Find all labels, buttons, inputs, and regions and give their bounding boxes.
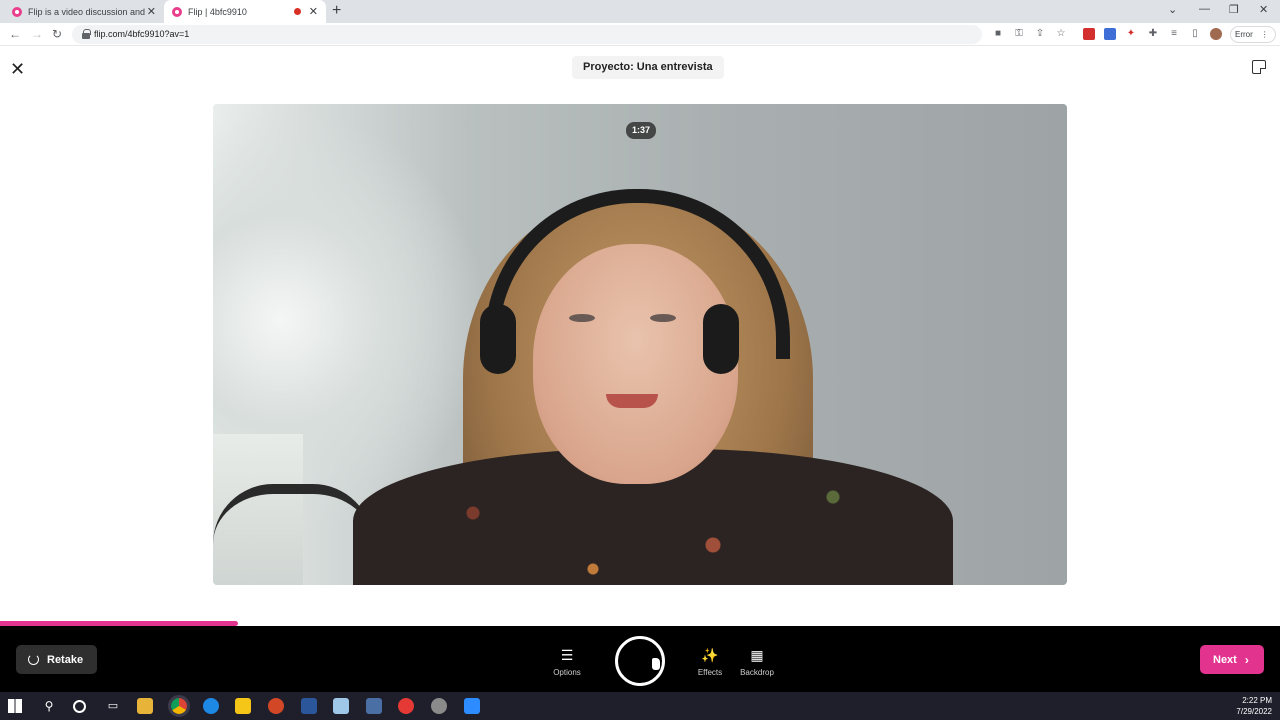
person-mouth — [606, 394, 658, 408]
backdrop-label: Backdrop — [740, 668, 774, 677]
sliders-icon: ☰ — [560, 647, 574, 663]
url-text: flip.com/4bfc9910?av=1 — [94, 29, 190, 39]
chrome-icon[interactable] — [168, 695, 190, 717]
retake-button[interactable]: Retake — [16, 645, 97, 674]
error-label: Error — [1235, 30, 1253, 39]
camera-icon[interactable]: ■ — [992, 28, 1004, 40]
clock-time: 2:22 PM — [1242, 696, 1272, 705]
backdrop-button[interactable]: ▦ Backdrop — [733, 645, 781, 677]
headset-earcup-left — [480, 304, 516, 374]
extensions-puzzle-icon[interactable]: ✚ — [1147, 28, 1159, 40]
search-icon[interactable]: ⚲ — [41, 698, 57, 714]
back-icon[interactable]: ← — [9, 27, 21, 41]
browser-tab-flip-home[interactable]: Flip is a video discussion and sha ✕ — [4, 0, 164, 23]
headset-earcup-right — [703, 304, 739, 374]
headset-band — [485, 189, 790, 359]
options-label: Options — [553, 668, 581, 677]
system-clock[interactable]: 2:22 PM 7/29/2022 — [1236, 695, 1272, 717]
tab-search-icon[interactable]: ⌄ — [1168, 3, 1177, 16]
effects-label: Effects — [697, 668, 723, 677]
extension-red-icon[interactable] — [1083, 28, 1095, 40]
chair — [213, 484, 373, 585]
reading-list-icon[interactable]: ≡ — [1168, 28, 1180, 40]
app-light-blue-icon[interactable] — [333, 698, 349, 714]
powerpoint-icon[interactable] — [268, 698, 284, 714]
retake-icon — [28, 654, 39, 665]
options-button[interactable]: ☰ Options — [543, 645, 591, 677]
next-button[interactable]: Next › — [1200, 645, 1264, 674]
word-icon[interactable] — [301, 698, 317, 714]
key-icon[interactable]: ⚿ — [1013, 28, 1025, 40]
chevron-right-icon: › — [1244, 652, 1249, 667]
app-red-icon[interactable] — [398, 698, 414, 714]
extension-badge-icon[interactable]: ✦ — [1125, 28, 1137, 40]
new-tab-button[interactable]: + — [332, 2, 341, 20]
clock-date: 7/29/2022 — [1236, 707, 1272, 716]
address-bar[interactable]: flip.com/4bfc9910?av=1 — [72, 25, 982, 44]
file-explorer-icon[interactable] — [137, 698, 153, 714]
app-gray-icon[interactable] — [431, 698, 447, 714]
bookmark-star-icon[interactable]: ☆ — [1055, 28, 1067, 40]
recording-timer: 1:37 — [626, 122, 657, 139]
tab-title: Flip | 4bfc9910 — [188, 6, 247, 17]
profile-error-button[interactable]: Error ⋮ — [1230, 26, 1276, 43]
close-recorder-icon[interactable]: ✕ — [10, 59, 25, 80]
app-yellow-icon[interactable] — [235, 698, 251, 714]
flip-favicon-icon — [172, 6, 182, 17]
project-title: Proyecto: Una entrevista — [572, 56, 724, 79]
windows-taskbar: ⚲ ▭ 2:22 PM 7/29/2022 — [0, 692, 1280, 720]
minimize-icon[interactable]: — — [1199, 3, 1210, 15]
magic-wand-icon: ✨ — [701, 647, 719, 663]
forward-icon[interactable]: → — [31, 27, 43, 41]
backdrop-icon: ▦ — [750, 647, 764, 663]
windows-start-icon[interactable] — [8, 699, 22, 713]
browser-toolbar: ← → ↻ flip.com/4bfc9910?av=1 ■ ⚿ ⇪ ☆ ✦ ✚… — [0, 23, 1280, 46]
extension-blue-icon[interactable] — [1104, 28, 1116, 40]
tab-close-icon[interactable]: ✕ — [309, 5, 318, 18]
zoom-icon[interactable] — [464, 698, 480, 714]
profile-avatar[interactable] — [1210, 28, 1222, 40]
app-blue-icon[interactable] — [203, 698, 219, 714]
cortana-icon[interactable] — [73, 700, 86, 713]
more-menu-icon: ⋮ — [1260, 30, 1269, 39]
tab-title: Flip is a video discussion and sha — [28, 6, 147, 17]
browser-tab-strip: Flip is a video discussion and sha ✕ Fli… — [0, 0, 1280, 23]
browser-tab-flip-recorder[interactable]: Flip | 4bfc9910 ✕ — [164, 0, 326, 23]
side-panel-icon[interactable]: ▯ — [1189, 28, 1201, 40]
task-view-icon[interactable]: ▭ — [105, 698, 121, 714]
reload-icon[interactable]: ↻ — [52, 27, 62, 41]
next-label: Next — [1213, 653, 1237, 666]
tab-close-icon[interactable]: ✕ — [147, 5, 156, 18]
share-icon[interactable]: ⇪ — [1034, 28, 1046, 40]
retake-label: Retake — [47, 653, 84, 666]
mouse-cursor-icon — [652, 658, 660, 670]
restore-icon[interactable]: ❐ — [1229, 3, 1239, 16]
camera-preview — [213, 104, 1067, 585]
effects-button[interactable]: ✨ Effects — [686, 645, 734, 677]
recording-indicator-icon — [293, 8, 301, 15]
sticky-note-icon[interactable] — [1252, 60, 1266, 74]
lock-icon — [82, 29, 91, 39]
recorder-controls: Retake ☰ Options ✨ Effects ▦ Backdrop Ne… — [0, 626, 1280, 692]
flip-favicon-icon — [12, 6, 22, 17]
window-close-icon[interactable]: ✕ — [1259, 3, 1268, 16]
calculator-icon[interactable] — [366, 698, 382, 714]
